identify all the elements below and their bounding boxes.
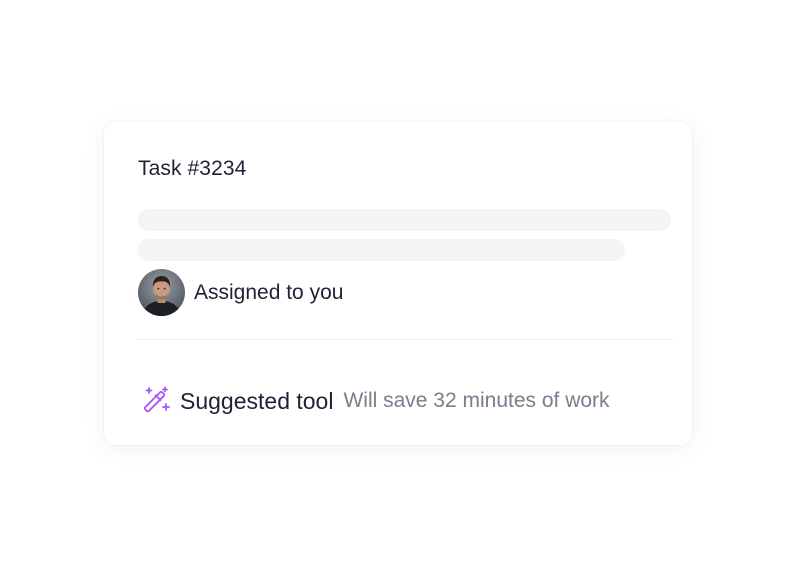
assignee-label: Assigned to you [194,280,344,304]
suggested-tool-title: Suggested tool [180,388,334,414]
assignee-row: Assigned to you [138,269,343,316]
skeleton-line [138,209,671,231]
avatar[interactable] [138,269,185,316]
skeleton-line [138,239,625,261]
page: Task #3234 Assigned to you Suggested too… [0,0,796,568]
magic-wand-icon [141,386,171,416]
suggested-tool-note: Will save 32 minutes of work [343,389,610,412]
suggested-tool[interactable]: Suggested tool Will save 32 minutes of w… [141,386,610,416]
divider [138,339,674,340]
task-card[interactable]: Task #3234 Assigned to you Suggested too… [104,122,692,445]
task-title: Task #3234 [138,157,247,180]
person-avatar-icon [138,269,185,316]
